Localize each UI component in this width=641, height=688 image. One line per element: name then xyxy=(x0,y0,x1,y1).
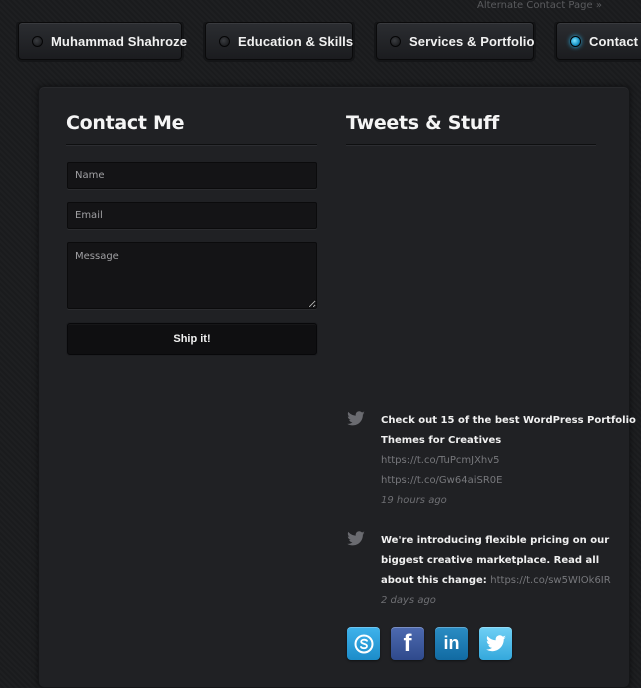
alternate-contact-link[interactable]: Alternate Contact Page » xyxy=(477,0,602,12)
nav-item-about[interactable]: Muhammad Shahroze xyxy=(18,22,187,60)
contact-title: Contact Me xyxy=(66,112,185,134)
twitter-bird-icon xyxy=(347,411,365,426)
nav-item-label: Services & Portfolio xyxy=(409,33,535,49)
tweet-link[interactable]: https://t.co/sw5WIOk6IR xyxy=(490,575,610,586)
linkedin-icon[interactable]: in xyxy=(435,627,468,660)
tweet-text: Check out 15 of the best WordPress Portf… xyxy=(381,411,636,511)
tweet-item: Check out 15 of the best WordPress Portf… xyxy=(346,411,636,511)
nav-item-contact[interactable]: Contact xyxy=(556,22,641,60)
tweets-title: Tweets & Stuff xyxy=(346,112,500,134)
submit-button[interactable]: Ship it! xyxy=(67,323,317,355)
tweet-timestamp: 19 hours ago xyxy=(381,495,447,506)
nav-item-label: Muhammad Shahroze xyxy=(51,33,188,49)
tweet-text-line: Themes for Creatives xyxy=(381,435,502,446)
nav-item-label: Education & Skills xyxy=(238,33,354,49)
contact-title-divider xyxy=(66,144,317,146)
email-input[interactable] xyxy=(67,202,317,229)
nav-item-services[interactable]: Services & Portfolio xyxy=(376,22,534,60)
nav-indicator-dot xyxy=(219,35,230,47)
twitter-icon[interactable] xyxy=(479,627,512,660)
tweet-text-line: about this change: xyxy=(381,575,487,586)
tweet-text-line: biggest creative marketplace. Read all xyxy=(381,555,600,566)
tweet-text-line: We're introducing flexible pricing on ou… xyxy=(381,535,610,546)
nav-indicator-dot xyxy=(390,35,401,47)
linkedin-glyph: in xyxy=(443,633,460,653)
main-nav: Muhammad Shahroze Education & Skills Ser… xyxy=(16,22,641,64)
skype-icon[interactable] xyxy=(347,627,380,660)
message-textarea[interactable] xyxy=(67,242,317,309)
tweet-text: We're introducing flexible pricing on ou… xyxy=(381,531,611,611)
nav-indicator-dot xyxy=(32,35,43,47)
twitter-glyph-icon xyxy=(485,634,506,651)
tweet-text-line: Check out 15 of the best WordPress Portf… xyxy=(381,415,636,426)
tweet-link[interactable]: https://t.co/TuPcmJXhv5 xyxy=(381,455,500,466)
tweet-item: We're introducing flexible pricing on ou… xyxy=(346,531,611,611)
tweet-timestamp: 2 days ago xyxy=(381,595,436,606)
skype-glyph-icon xyxy=(354,634,373,653)
facebook-icon[interactable]: f xyxy=(391,627,424,660)
twitter-bird-icon xyxy=(347,531,365,546)
nav-indicator-dot-active xyxy=(570,35,581,47)
tweets-title-divider xyxy=(346,144,596,146)
facebook-glyph: f xyxy=(403,629,412,657)
name-input[interactable] xyxy=(67,162,317,189)
nav-item-education[interactable]: Education & Skills xyxy=(205,22,353,60)
tweet-link[interactable]: https://t.co/Gw64aiSR0E xyxy=(381,475,502,486)
nav-item-label: Contact xyxy=(589,33,639,49)
